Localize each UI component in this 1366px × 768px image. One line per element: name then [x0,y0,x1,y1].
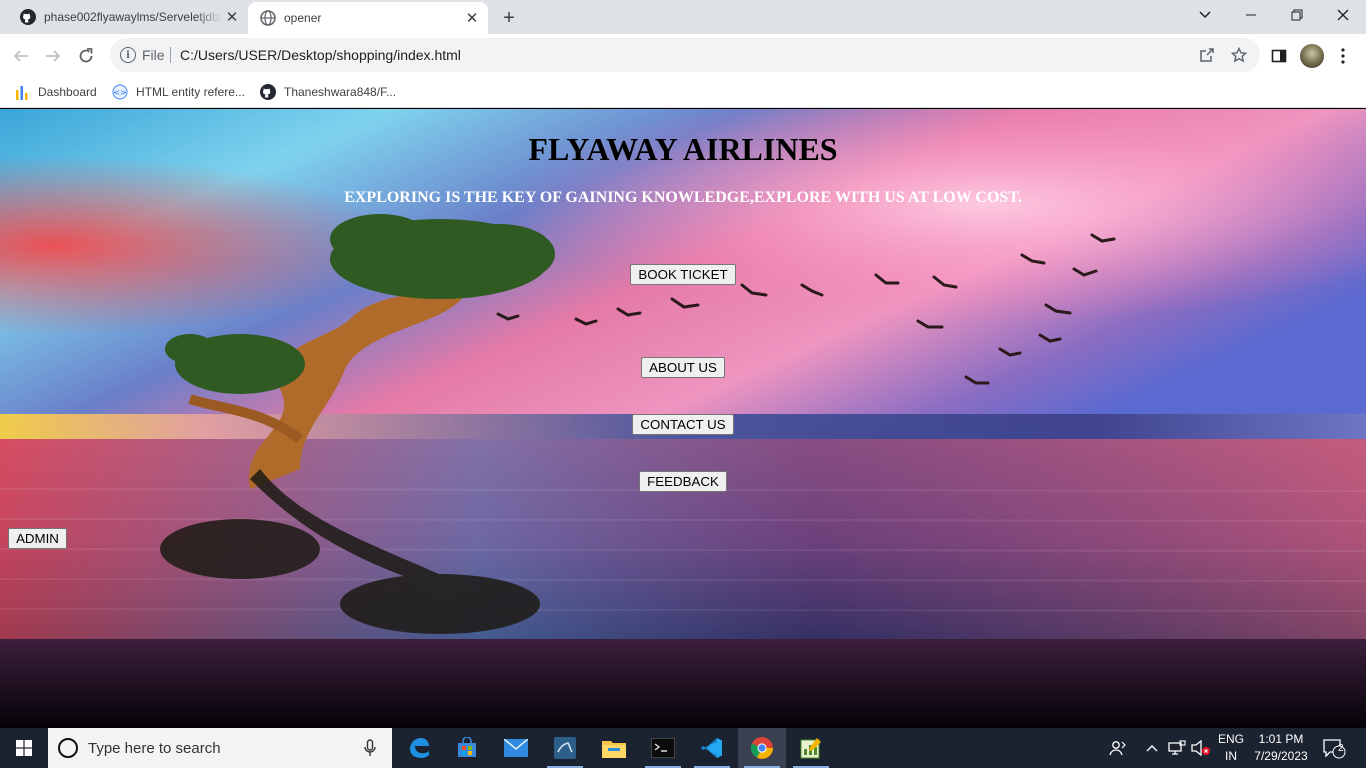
bookmark-label: HTML entity refere... [136,85,245,99]
info-icon[interactable]: i [120,47,136,63]
clock-date: 7/29/2023 [1254,749,1308,763]
search-placeholder: Type here to search [88,740,221,757]
tab-opener[interactable]: opener ✕ [248,2,488,34]
forward-arrow-icon[interactable] [40,43,66,69]
system-clock[interactable]: 1:01 PM 7/29/2023 [1252,731,1310,765]
notification-center-icon[interactable]: 2 [1318,728,1350,768]
bookmarks-bar: Dashboard <> HTML entity refere... Thane… [0,76,1366,108]
browser-toolbar: i File C:/Users/USER/Desktop/shopping/in… [0,34,1366,76]
about-us-button[interactable]: ABOUT US [641,357,725,378]
dashboard-icon [14,84,30,100]
network-icon[interactable] [1166,728,1188,768]
book-ticket-button[interactable]: BOOK TICKET [630,264,736,285]
vscode-icon[interactable] [688,728,736,768]
close-window-icon[interactable] [1320,0,1366,30]
contact-us-button[interactable]: CONTACT US [632,414,734,435]
chrome-icon[interactable] [738,728,786,768]
bookmark-label: Thaneshwara848/F... [284,85,397,99]
bookmark-label: Dashboard [38,85,97,99]
github-icon [20,9,36,25]
close-icon[interactable]: ✕ [222,7,242,27]
people-icon[interactable] [1106,728,1130,768]
back-arrow-icon[interactable] [8,43,34,69]
terminal-icon[interactable] [639,728,687,768]
menu-kebab-icon[interactable] [1332,45,1354,67]
close-icon[interactable]: ✕ [462,8,482,28]
reload-icon[interactable] [73,43,99,69]
new-tab-button[interactable]: + [498,7,520,29]
github-icon [260,84,276,100]
mysql-workbench-icon[interactable] [541,728,589,768]
address-bar[interactable]: i File C:/Users/USER/Desktop/shopping/in… [110,38,1260,72]
url-text[interactable]: C:/Users/USER/Desktop/shopping/index.htm… [180,47,461,63]
notification-count: 2 [1338,743,1344,754]
bookmark-github[interactable]: Thaneshwara848/F... [260,82,396,102]
edge-icon[interactable] [395,728,443,768]
clock-time: 1:01 PM [1258,732,1304,746]
mail-icon[interactable] [492,728,540,768]
tab-title: phase002flyawaylms/Serveletjdbc [44,10,222,24]
chevron-up-icon[interactable] [1142,728,1162,768]
notepad-chart-icon[interactable] [787,728,835,768]
page-subtitle: EXPLORING IS THE KEY OF GAINING KNOWLEDG… [344,189,1022,206]
bookmark-dashboard[interactable]: Dashboard [14,82,97,102]
windows-start-icon[interactable] [0,728,48,768]
profile-avatar[interactable] [1300,44,1324,68]
share-icon[interactable] [1198,46,1216,64]
file-explorer-icon[interactable] [590,728,638,768]
page-viewport: FLYAWAY AIRLINES EXPLORING IS THE KEY OF… [0,109,1366,728]
admin-button[interactable]: ADMIN [8,528,67,549]
html-entity-icon: <> [112,84,128,100]
cortana-icon [58,738,78,758]
feedback-button[interactable]: FEEDBACK [639,471,727,492]
svg-text:<>: <> [113,88,126,97]
restore-icon[interactable] [1274,0,1320,30]
side-panel-icon[interactable] [1268,45,1290,67]
bookmark-html-entity[interactable]: <> HTML entity refere... [112,82,245,102]
bookmark-star-icon[interactable] [1230,46,1248,64]
tab-title: opener [284,11,322,25]
url-scheme: File [142,47,165,63]
language-indicator[interactable]: ENG IN [1214,731,1248,765]
taskbar-search[interactable]: Type here to search [48,728,392,768]
tab-strip: phase002flyawaylms/Serveletjdbc ✕ opener… [0,0,1366,34]
tab-github[interactable]: phase002flyawaylms/Serveletjdbc ✕ [8,0,248,34]
page-title: FLYAWAY AIRLINES [528,131,838,167]
globe-icon [260,10,276,26]
store-icon[interactable] [443,728,491,768]
tab-search-icon[interactable] [1182,0,1228,30]
microphone-icon[interactable] [364,739,376,757]
minimize-icon[interactable] [1228,0,1274,30]
volume-muted-icon[interactable] [1190,728,1212,768]
url-divider [170,47,171,63]
windows-taskbar: Type here to search ENG IN 1:01 PM 7/29/… [0,728,1366,768]
language-code: ENG [1217,732,1244,746]
region-code: IN [1225,749,1237,763]
